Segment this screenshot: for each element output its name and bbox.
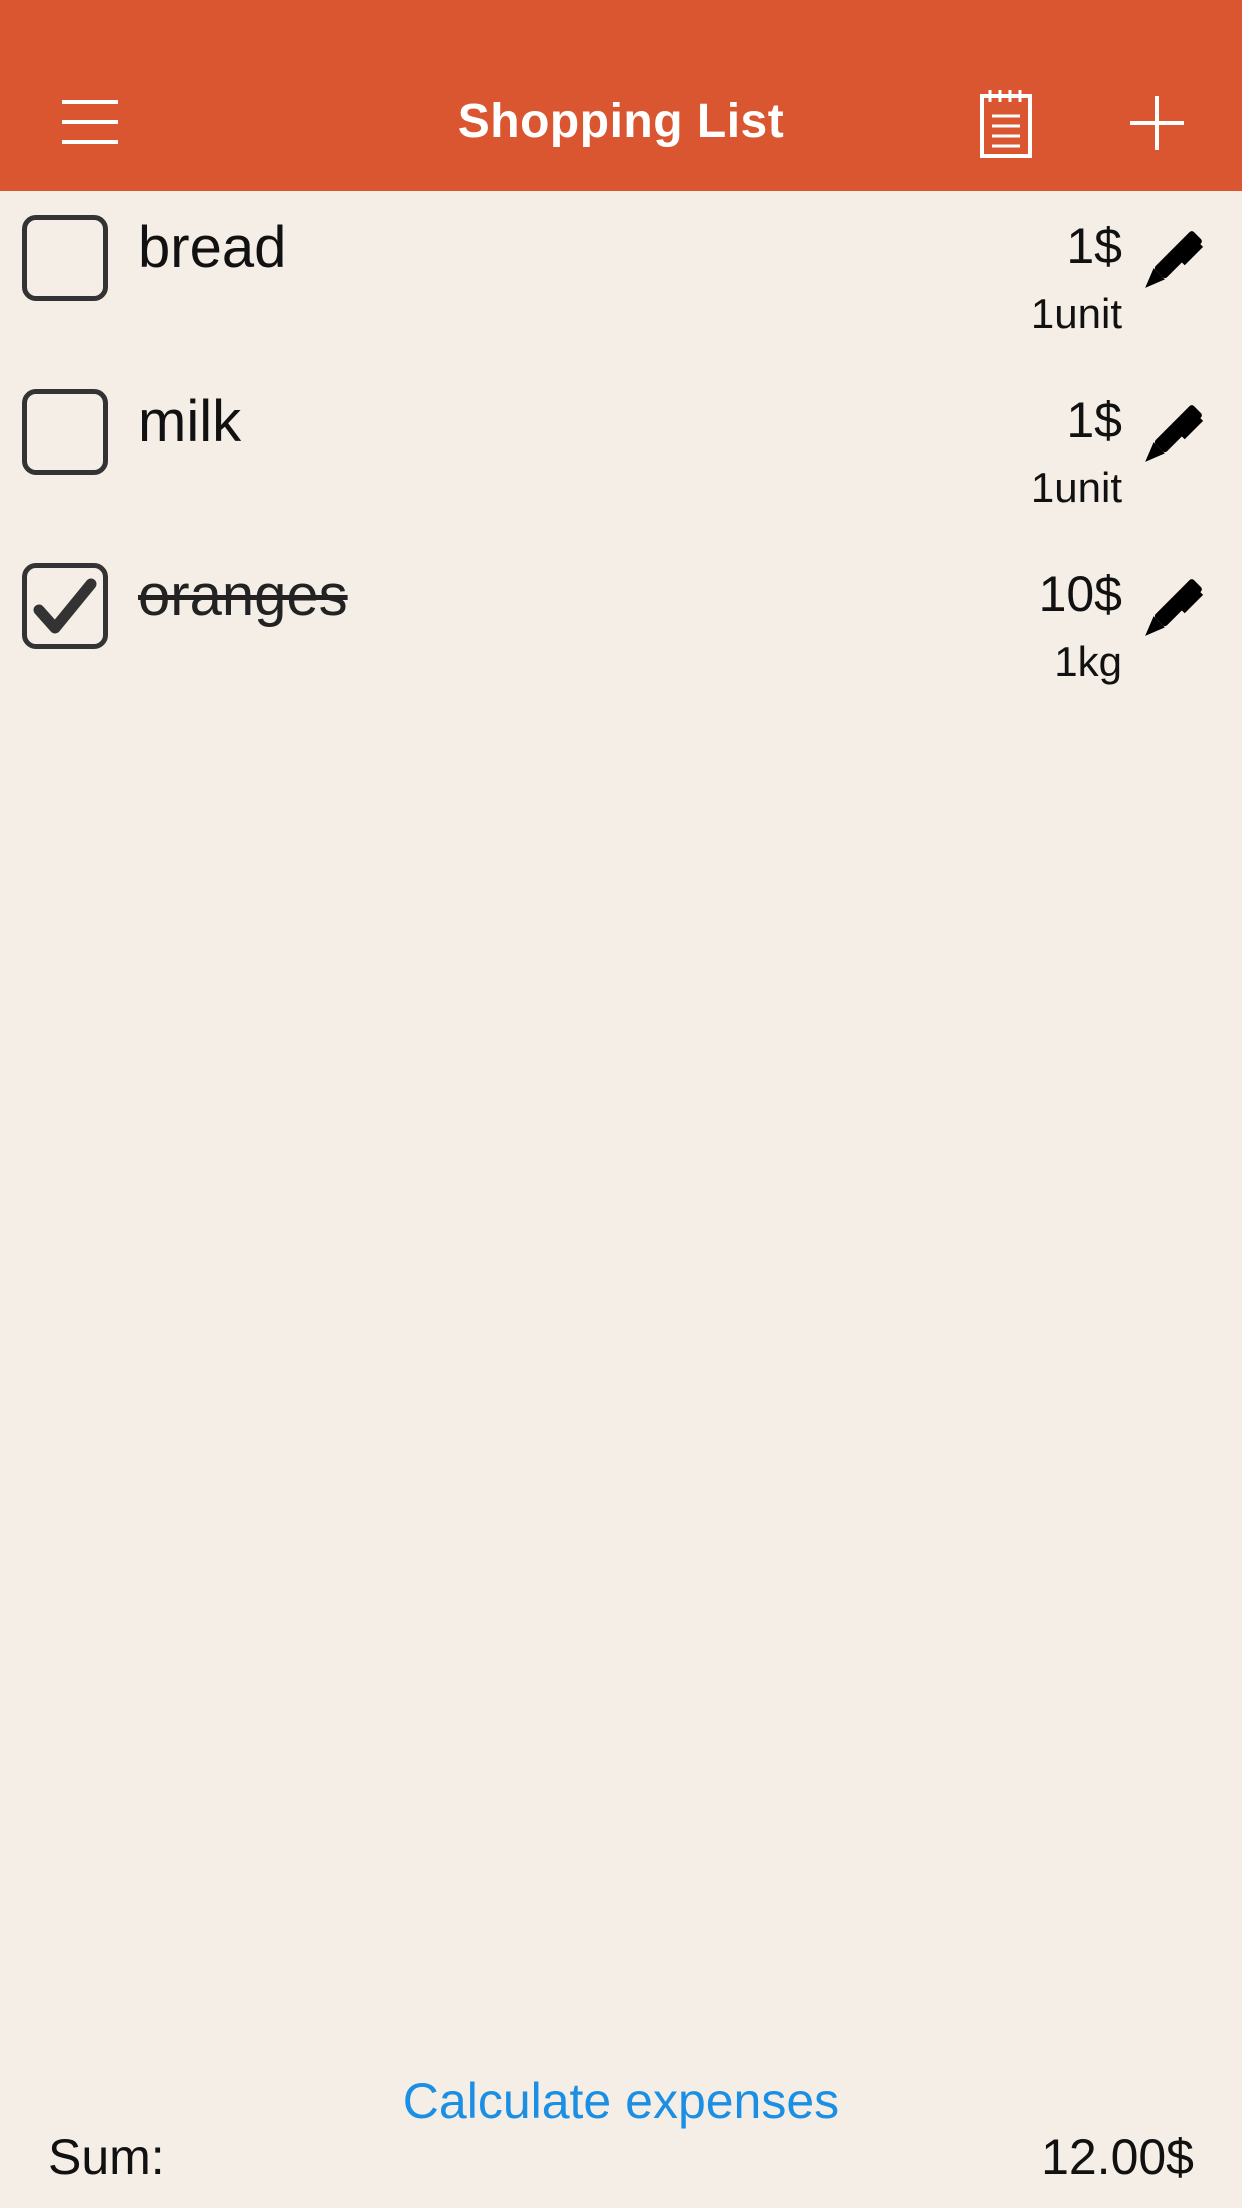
item-checkbox[interactable] xyxy=(22,215,108,301)
top-bar: Shopping List xyxy=(0,0,1242,191)
list-item[interactable]: milk 1$ 1unit xyxy=(0,365,1242,539)
sum-label: Sum: xyxy=(48,2129,165,2185)
list-item[interactable]: bread 1$ 1unit xyxy=(0,191,1242,365)
item-name: bread xyxy=(138,215,287,280)
item-checkbox[interactable] xyxy=(22,563,108,649)
sum-value: 12.00$ xyxy=(1041,2129,1194,2185)
item-quantity: 1unit xyxy=(1030,290,1122,337)
item-quantity: 1kg xyxy=(1054,638,1122,685)
notepad-icon xyxy=(980,90,1032,158)
edit-button[interactable] xyxy=(1130,219,1214,303)
app-screen: Shopping List bread 1$ 1unit milk 1$ 1un… xyxy=(0,0,1242,2208)
page-title: Shopping List xyxy=(457,95,785,148)
checkmark-icon xyxy=(33,578,97,634)
list-item[interactable]: oranges 10$ 1kg xyxy=(0,539,1242,713)
notes-button[interactable] xyxy=(976,88,1040,160)
shopping-list: bread 1$ 1unit milk 1$ 1unit oranges 10$… xyxy=(0,191,1242,713)
item-name: oranges xyxy=(138,563,348,628)
pen-icon xyxy=(1145,231,1204,288)
item-checkbox[interactable] xyxy=(22,389,108,475)
pen-icon xyxy=(1145,579,1204,636)
item-name: milk xyxy=(138,389,242,454)
calculate-expenses-link[interactable]: Calculate expenses xyxy=(0,2072,1242,2130)
item-quantity: 1unit xyxy=(1030,464,1122,511)
item-price: 10$ xyxy=(1038,566,1122,622)
edit-button[interactable] xyxy=(1130,567,1214,651)
plus-icon xyxy=(1130,96,1184,150)
add-item-button[interactable] xyxy=(1126,92,1188,154)
edit-button[interactable] xyxy=(1130,393,1214,477)
item-price: 1$ xyxy=(1066,392,1122,448)
pen-icon xyxy=(1145,405,1204,462)
item-price: 1$ xyxy=(1066,218,1122,274)
